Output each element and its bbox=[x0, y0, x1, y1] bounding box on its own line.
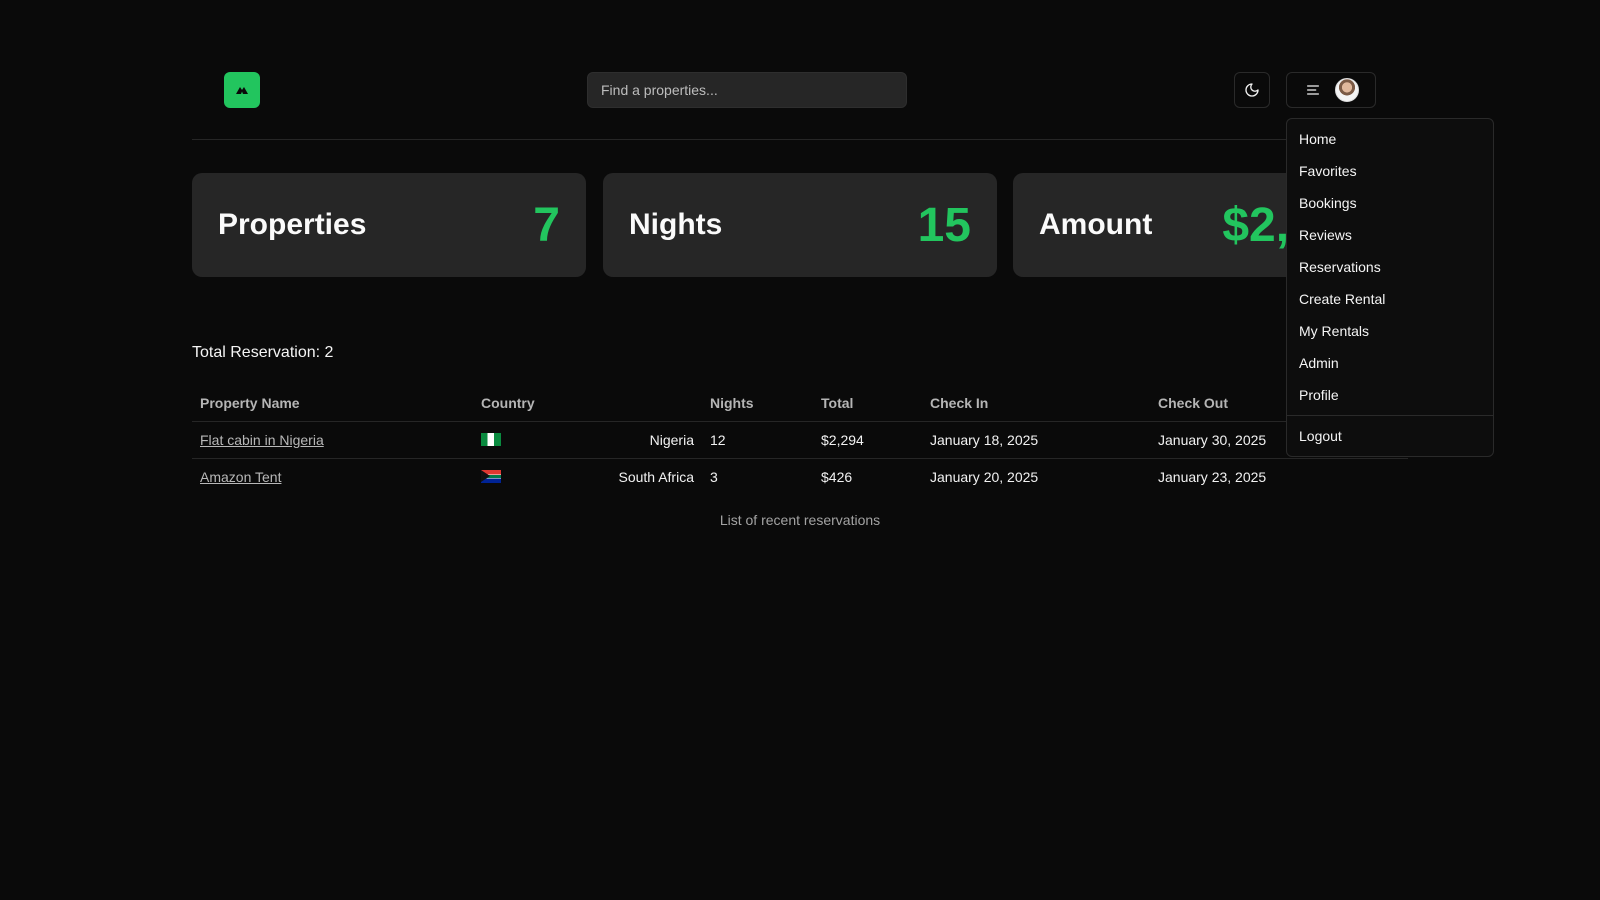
navbar bbox=[192, 0, 1408, 140]
nights-cell: 3 bbox=[710, 468, 718, 485]
column-header: Nights bbox=[702, 385, 813, 422]
stat-card-nights: Nights 15 bbox=[603, 173, 997, 277]
table-header-row: Property Name Country Nights Total Check… bbox=[192, 385, 1408, 422]
align-left-icon bbox=[1307, 85, 1319, 95]
stat-title: Nights bbox=[629, 208, 723, 241]
column-header: Property Name bbox=[192, 385, 473, 422]
search-input[interactable] bbox=[587, 72, 907, 108]
stat-card-properties: Properties 7 bbox=[192, 173, 586, 277]
menu-item-logout[interactable]: Logout bbox=[1287, 420, 1493, 452]
menu-item-bookings[interactable]: Bookings bbox=[1287, 187, 1493, 219]
column-header: Total bbox=[813, 385, 922, 422]
menu-item-profile[interactable]: Profile bbox=[1287, 379, 1493, 411]
country-cell: Nigeria bbox=[473, 421, 702, 459]
check-out-cell: January 23, 2025 bbox=[1158, 468, 1267, 485]
nigeria-flag-icon bbox=[481, 433, 501, 446]
stat-value: 15 bbox=[917, 198, 971, 252]
avatar bbox=[1335, 78, 1359, 102]
menu-item-admin[interactable]: Admin bbox=[1287, 347, 1493, 379]
total-cell: $426 bbox=[821, 468, 853, 485]
menu-item-reservations[interactable]: Reservations bbox=[1287, 251, 1493, 283]
nights-cell: 12 bbox=[702, 421, 813, 459]
menu-item-home[interactable]: Home bbox=[1287, 123, 1493, 155]
property-name-cell: Amazon Tent bbox=[192, 458, 473, 495]
south-africa-flag-icon bbox=[481, 470, 501, 484]
menu-item-favorites[interactable]: Favorites bbox=[1287, 155, 1493, 187]
country-name: Nigeria bbox=[649, 431, 694, 448]
stat-title: Properties bbox=[218, 208, 367, 241]
country-name: South Africa bbox=[618, 468, 695, 485]
stat-title: Amount bbox=[1039, 208, 1153, 241]
total-reservations: Total Reservation: 2 bbox=[192, 344, 334, 361]
menu-divider bbox=[1287, 415, 1493, 416]
property-name-cell: Flat cabin in Nigeria bbox=[192, 421, 473, 459]
user-dropdown-menu: Home Favorites Bookings Reviews Reservat… bbox=[1286, 118, 1494, 457]
reservations-table: Property Name Country Nights Total Check… bbox=[192, 385, 1408, 495]
tent-icon bbox=[236, 87, 248, 94]
column-header: Check In bbox=[922, 385, 1150, 422]
theme-toggle-button[interactable] bbox=[1234, 72, 1270, 108]
total-cell: $2,294 bbox=[813, 421, 922, 459]
menu-item-create-rental[interactable]: Create Rental bbox=[1287, 283, 1493, 315]
country-cell: South Africa bbox=[473, 458, 702, 495]
menu-item-reviews[interactable]: Reviews bbox=[1287, 219, 1493, 251]
check-in-cell: January 18, 2025 bbox=[922, 421, 1150, 459]
stat-value: $2, bbox=[1222, 198, 1287, 252]
check-in-cell: January 20, 2025 bbox=[930, 468, 1039, 485]
stat-card-amount: Amount $2, bbox=[1013, 173, 1287, 277]
column-header: Country bbox=[473, 385, 702, 422]
property-link[interactable]: Amazon Tent bbox=[200, 469, 281, 485]
logo-button[interactable] bbox=[224, 72, 260, 108]
table-row: Amazon Tent South Africa 3 $426 January … bbox=[192, 458, 1408, 495]
stat-value: 7 bbox=[533, 198, 560, 252]
menu-item-my-rentals[interactable]: My Rentals bbox=[1287, 315, 1493, 347]
table-caption: List of recent reservations bbox=[719, 512, 881, 528]
moon-icon bbox=[1245, 83, 1259, 97]
table-row: Flat cabin in Nigeria Nigeria 12 $2,294 … bbox=[192, 421, 1408, 459]
page: Properties 7 Nights 15 Amount $2, Total … bbox=[0, 0, 1600, 900]
user-menu-button[interactable] bbox=[1286, 72, 1376, 108]
property-link[interactable]: Flat cabin in Nigeria bbox=[200, 432, 324, 448]
